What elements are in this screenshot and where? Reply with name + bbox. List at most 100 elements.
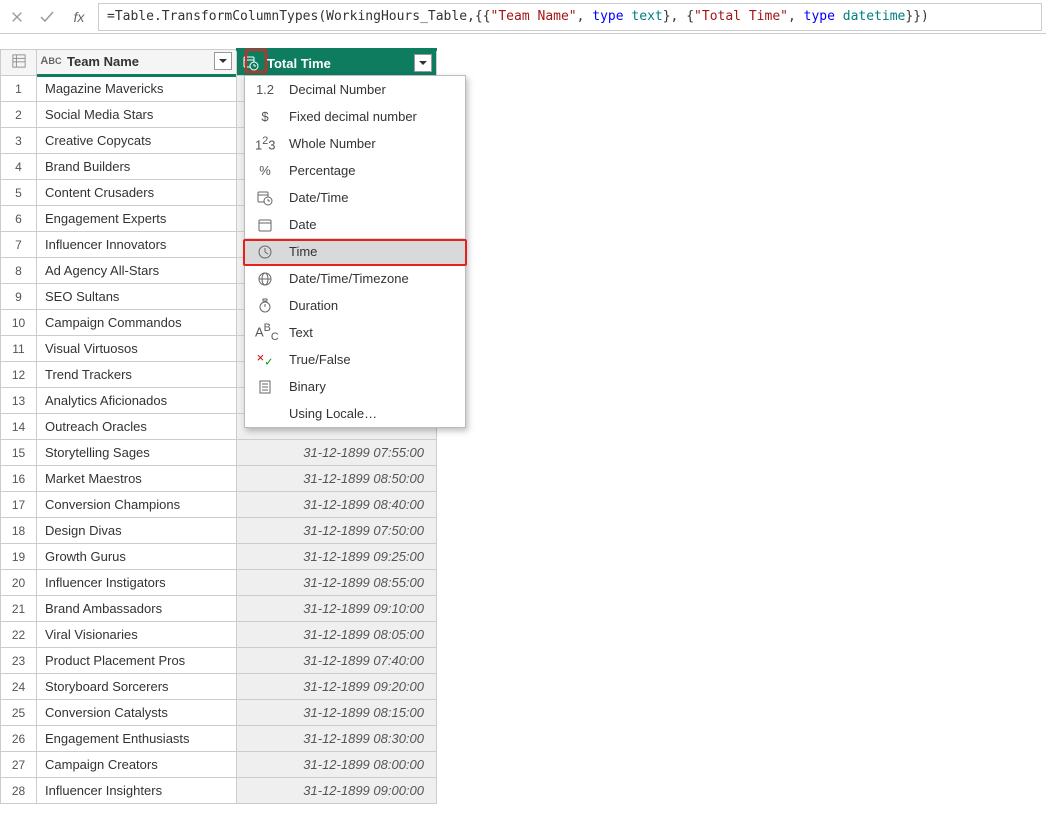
type-menu-item-duration[interactable]: Duration xyxy=(245,292,465,319)
cell-time[interactable]: 31-12-1899 07:55:00 xyxy=(237,440,437,466)
cell-team[interactable]: Brand Ambassadors xyxy=(37,596,237,622)
type-menu-item-binary[interactable]: Binary xyxy=(245,373,465,400)
type-menu-item-fixed-decimal-number[interactable]: $Fixed decimal number xyxy=(245,103,465,130)
cell-time[interactable]: 31-12-1899 08:00:00 xyxy=(237,752,437,778)
row-number[interactable]: 6 xyxy=(1,206,37,232)
cell-time[interactable]: 31-12-1899 09:25:00 xyxy=(237,544,437,570)
cell-team[interactable]: Storyboard Sorcerers xyxy=(37,674,237,700)
row-number[interactable]: 19 xyxy=(1,544,37,570)
table-row[interactable]: 22Viral Visionaries31-12-1899 08:05:00 xyxy=(1,622,437,648)
table-row[interactable]: 17Conversion Champions31-12-1899 08:40:0… xyxy=(1,492,437,518)
cell-team[interactable]: Creative Copycats xyxy=(37,128,237,154)
cell-team[interactable]: Product Placement Pros xyxy=(37,648,237,674)
table-row[interactable]: 20Influencer Instigators31-12-1899 08:55… xyxy=(1,570,437,596)
row-number[interactable]: 11 xyxy=(1,336,37,362)
cell-time[interactable]: 31-12-1899 08:30:00 xyxy=(237,726,437,752)
table-row[interactable]: 27Campaign Creators31-12-1899 08:00:00 xyxy=(1,752,437,778)
cell-team[interactable]: Engagement Experts xyxy=(37,206,237,232)
filter-dropdown-team[interactable] xyxy=(214,52,232,70)
cell-team[interactable]: Growth Gurus xyxy=(37,544,237,570)
cell-team[interactable]: Trend Trackers xyxy=(37,362,237,388)
cell-team[interactable]: Conversion Catalysts xyxy=(37,700,237,726)
type-menu-item-text[interactable]: ABCText xyxy=(245,319,465,346)
cell-time[interactable]: 31-12-1899 08:50:00 xyxy=(237,466,437,492)
datetime-icon[interactable] xyxy=(241,53,261,73)
cell-team[interactable]: Market Maestros xyxy=(37,466,237,492)
cell-team[interactable]: Influencer Insighters xyxy=(37,778,237,804)
cell-team[interactable]: Campaign Commandos xyxy=(37,310,237,336)
row-number[interactable]: 28 xyxy=(1,778,37,804)
type-menu-item-true-false[interactable]: ×✓True/False xyxy=(245,346,465,373)
cell-team[interactable]: Content Crusaders xyxy=(37,180,237,206)
row-number[interactable]: 12 xyxy=(1,362,37,388)
cell-time[interactable]: 31-12-1899 09:00:00 xyxy=(237,778,437,804)
column-header-time[interactable]: Total Time xyxy=(237,50,437,76)
formula-input[interactable]: = Table.TransformColumnTypes ( WorkingHo… xyxy=(98,3,1042,31)
type-menu-item-date-time-timezone[interactable]: Date/Time/Timezone xyxy=(245,265,465,292)
table-row[interactable]: 19Growth Gurus31-12-1899 09:25:00 xyxy=(1,544,437,570)
cell-team[interactable]: Campaign Creators xyxy=(37,752,237,778)
cell-team[interactable]: SEO Sultans xyxy=(37,284,237,310)
row-number[interactable]: 4 xyxy=(1,154,37,180)
cell-team[interactable]: Brand Builders xyxy=(37,154,237,180)
cell-time[interactable]: 31-12-1899 09:20:00 xyxy=(237,674,437,700)
row-number[interactable]: 17 xyxy=(1,492,37,518)
row-number[interactable]: 8 xyxy=(1,258,37,284)
row-number[interactable]: 27 xyxy=(1,752,37,778)
table-row[interactable]: 21Brand Ambassadors31-12-1899 09:10:00 xyxy=(1,596,437,622)
type-menu-item-decimal-number[interactable]: 1.2Decimal Number xyxy=(245,76,465,103)
cell-team[interactable]: Conversion Champions xyxy=(37,492,237,518)
row-number[interactable]: 26 xyxy=(1,726,37,752)
cell-team[interactable]: Influencer Innovators xyxy=(37,232,237,258)
row-number[interactable]: 18 xyxy=(1,518,37,544)
cell-team[interactable]: Visual Virtuosos xyxy=(37,336,237,362)
table-row[interactable]: 28Influencer Insighters31-12-1899 09:00:… xyxy=(1,778,437,804)
row-number[interactable]: 16 xyxy=(1,466,37,492)
row-number[interactable]: 3 xyxy=(1,128,37,154)
table-row[interactable]: 23Product Placement Pros31-12-1899 07:40… xyxy=(1,648,437,674)
column-header-team[interactable]: ABC Team Name xyxy=(37,50,237,76)
cell-team[interactable]: Ad Agency All-Stars xyxy=(37,258,237,284)
cell-team[interactable]: Design Divas xyxy=(37,518,237,544)
cell-time[interactable]: 31-12-1899 08:40:00 xyxy=(237,492,437,518)
row-number[interactable]: 15 xyxy=(1,440,37,466)
cell-time[interactable]: 31-12-1899 09:10:00 xyxy=(237,596,437,622)
row-selector-header[interactable] xyxy=(1,50,37,76)
cell-team[interactable]: Storytelling Sages xyxy=(37,440,237,466)
row-number[interactable]: 24 xyxy=(1,674,37,700)
table-row[interactable]: 25Conversion Catalysts31-12-1899 08:15:0… xyxy=(1,700,437,726)
cell-time[interactable]: 31-12-1899 07:40:00 xyxy=(237,648,437,674)
table-row[interactable]: 24Storyboard Sorcerers31-12-1899 09:20:0… xyxy=(1,674,437,700)
type-menu-item-whole-number[interactable]: 123Whole Number xyxy=(245,130,465,157)
type-menu-item-percentage[interactable]: %Percentage xyxy=(245,157,465,184)
cell-team[interactable]: Social Media Stars xyxy=(37,102,237,128)
cell-team[interactable]: Outreach Oracles xyxy=(37,414,237,440)
cell-team[interactable]: Engagement Enthusiasts xyxy=(37,726,237,752)
table-row[interactable]: 15Storytelling Sages31-12-1899 07:55:00 xyxy=(1,440,437,466)
row-number[interactable]: 14 xyxy=(1,414,37,440)
cell-time[interactable]: 31-12-1899 08:15:00 xyxy=(237,700,437,726)
table-row[interactable]: 16Market Maestros31-12-1899 08:50:00 xyxy=(1,466,437,492)
row-number[interactable]: 10 xyxy=(1,310,37,336)
row-number[interactable]: 9 xyxy=(1,284,37,310)
cell-team[interactable]: Influencer Instigators xyxy=(37,570,237,596)
row-number[interactable]: 5 xyxy=(1,180,37,206)
filter-dropdown-time[interactable] xyxy=(414,54,432,72)
table-row[interactable]: 18Design Divas31-12-1899 07:50:00 xyxy=(1,518,437,544)
type-menu-item-time[interactable]: Time xyxy=(245,238,465,265)
cell-team[interactable]: Magazine Mavericks xyxy=(37,76,237,102)
row-number[interactable]: 21 xyxy=(1,596,37,622)
row-number[interactable]: 13 xyxy=(1,388,37,414)
cancel-button[interactable] xyxy=(4,4,30,30)
cell-time[interactable]: 31-12-1899 08:55:00 xyxy=(237,570,437,596)
row-number[interactable]: 1 xyxy=(1,76,37,102)
cell-team[interactable]: Analytics Aficionados xyxy=(37,388,237,414)
cell-time[interactable]: 31-12-1899 07:50:00 xyxy=(237,518,437,544)
row-number[interactable]: 25 xyxy=(1,700,37,726)
table-row[interactable]: 26Engagement Enthusiasts31-12-1899 08:30… xyxy=(1,726,437,752)
row-number[interactable]: 7 xyxy=(1,232,37,258)
type-menu-item-using-locale-[interactable]: Using Locale… xyxy=(245,400,465,427)
cell-time[interactable]: 31-12-1899 08:05:00 xyxy=(237,622,437,648)
row-number[interactable]: 22 xyxy=(1,622,37,648)
type-menu-item-date-time[interactable]: Date/Time xyxy=(245,184,465,211)
